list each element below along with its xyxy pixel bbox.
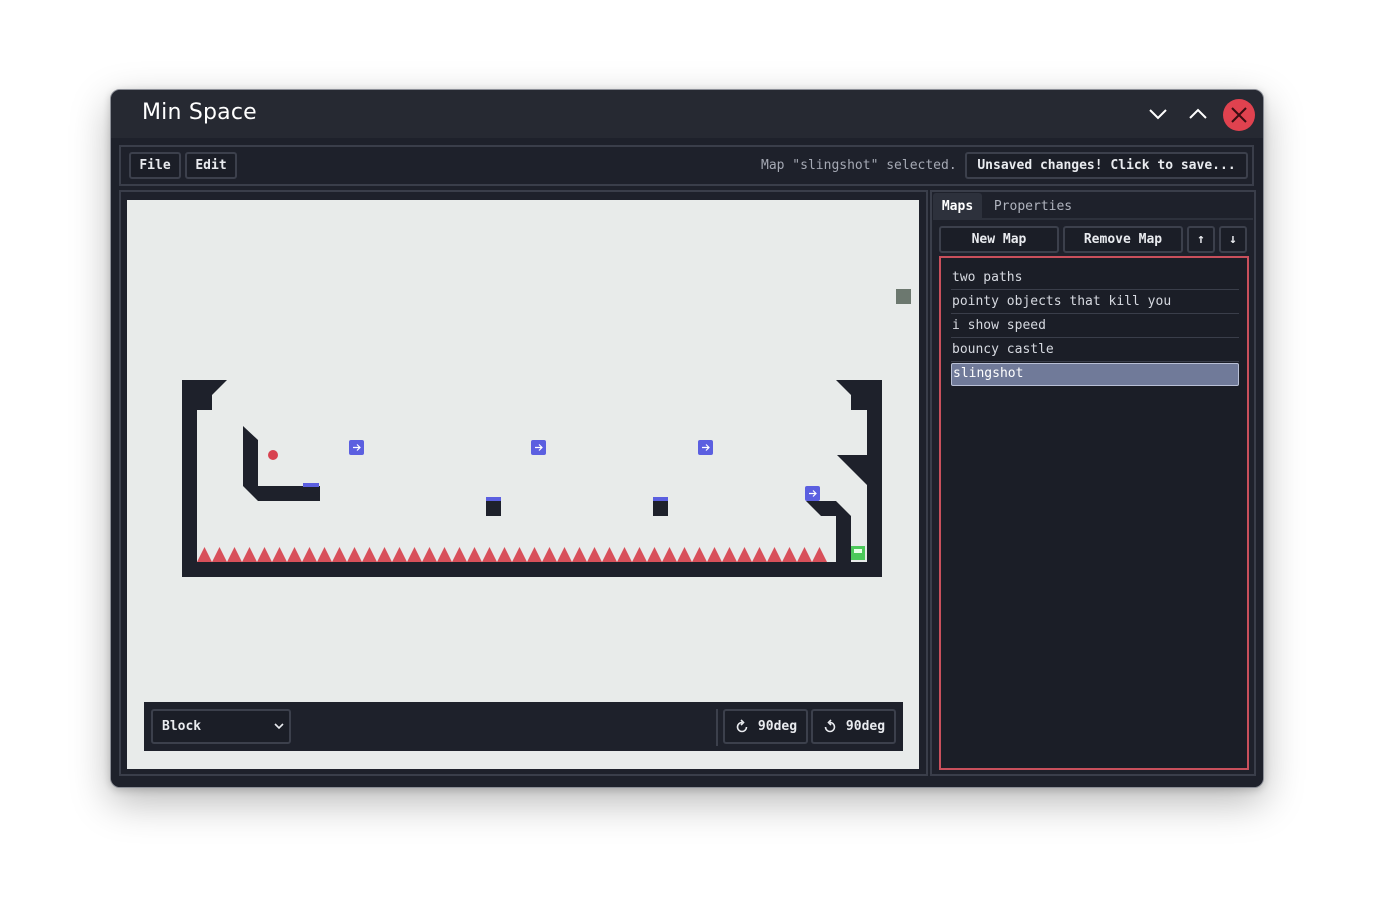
chevron-down-icon	[1149, 109, 1167, 120]
spike	[437, 547, 452, 562]
app-window: Min Space File Edit Map "slingshot" sele…	[110, 89, 1264, 788]
spike	[332, 547, 347, 562]
wall-left	[182, 380, 227, 562]
window-title: Min Space	[142, 100, 257, 125]
spike	[752, 547, 767, 562]
player-ball	[268, 450, 278, 460]
spike	[632, 547, 647, 562]
tab-properties[interactable]: Properties	[985, 193, 1081, 219]
move-up-button[interactable]: ↑	[1187, 226, 1215, 253]
rotate-ccw-icon	[824, 718, 836, 732]
edit-menu-button[interactable]: Edit	[185, 152, 237, 179]
spike	[617, 547, 632, 562]
spike	[227, 547, 242, 562]
file-menu-button[interactable]: File	[129, 152, 181, 179]
new-map-button[interactable]: New Map	[939, 226, 1059, 253]
block-top	[486, 497, 501, 501]
spike	[302, 547, 317, 562]
chevron-down-icon	[273, 720, 285, 736]
spike	[797, 547, 812, 562]
spike	[422, 547, 437, 562]
rotate-ccw-label: 90deg	[845, 719, 886, 734]
maximize-button[interactable]	[1183, 100, 1213, 128]
level-drawing	[182, 289, 911, 577]
toolbar-divider	[716, 709, 718, 746]
map-list-item-selected[interactable]: slingshot	[951, 363, 1239, 386]
remove-map-button[interactable]: Remove Map	[1063, 226, 1183, 253]
tool-select[interactable]: Block	[151, 709, 291, 744]
spike	[662, 547, 677, 562]
booster	[805, 486, 820, 501]
booster	[698, 440, 713, 455]
spike	[527, 547, 542, 562]
close-icon	[1231, 107, 1247, 123]
minimize-button[interactable]	[1143, 100, 1173, 128]
spike-row	[197, 547, 827, 562]
save-button[interactable]: Unsaved changes! Click to save...	[965, 152, 1248, 179]
close-button[interactable]	[1223, 99, 1255, 131]
spike	[602, 547, 617, 562]
block	[653, 501, 668, 516]
spike	[392, 547, 407, 562]
spike	[557, 547, 572, 562]
tool-select-value: Block	[162, 719, 202, 734]
block-top	[653, 497, 668, 501]
spike	[242, 547, 257, 562]
spike	[197, 547, 212, 562]
spike	[647, 547, 662, 562]
wall-floor	[182, 562, 882, 577]
rotate-cw-button[interactable]: 90deg	[723, 709, 808, 744]
map-list-item[interactable]: i show speed	[951, 315, 1239, 338]
spike	[272, 547, 287, 562]
spike	[212, 547, 227, 562]
booster	[531, 440, 546, 455]
spike	[572, 547, 587, 562]
spike	[587, 547, 602, 562]
rotate-cw-label: 90deg	[757, 719, 798, 734]
spike	[722, 547, 737, 562]
map-list-item[interactable]: two paths	[951, 267, 1239, 290]
bounce-pad	[303, 483, 319, 487]
spike	[317, 547, 332, 562]
spike	[707, 547, 722, 562]
inner-ledge	[243, 426, 320, 501]
tab-maps[interactable]: Maps	[933, 193, 982, 219]
spike	[782, 547, 797, 562]
tab-underline	[933, 218, 1253, 220]
spike	[812, 547, 827, 562]
spike	[347, 547, 362, 562]
spike	[512, 547, 527, 562]
rotate-ccw-button[interactable]: 90deg	[811, 709, 896, 744]
menu-bar: File Edit Map "slingshot" selected. Unsa…	[119, 145, 1254, 186]
map-list-item[interactable]: bouncy castle	[951, 339, 1239, 362]
map-canvas[interactable]: Block 90deg 90deg	[127, 200, 919, 769]
spike	[257, 547, 272, 562]
right-ledge	[806, 501, 851, 562]
spike	[482, 547, 497, 562]
spike	[542, 547, 557, 562]
title-bar: Min Space	[111, 90, 1263, 138]
status-message: Map "slingshot" selected.	[761, 158, 957, 173]
spike	[737, 547, 752, 562]
map-list: two paths pointy objects that kill you i…	[939, 256, 1249, 770]
chevron-up-icon	[1189, 108, 1207, 119]
spike	[362, 547, 377, 562]
spike	[452, 547, 467, 562]
spike	[692, 547, 707, 562]
booster	[349, 440, 364, 455]
move-down-button[interactable]: ↓	[1219, 226, 1247, 253]
content-area: File Edit Map "slingshot" selected. Unsa…	[111, 138, 1263, 787]
spawn-marker	[896, 289, 911, 304]
rotate-cw-icon	[736, 718, 748, 732]
map-list-item[interactable]: pointy objects that kill you	[951, 291, 1239, 314]
editor-toolbar: Block 90deg 90deg	[144, 702, 903, 751]
spike	[767, 547, 782, 562]
spike	[407, 547, 422, 562]
spike	[467, 547, 482, 562]
spike	[377, 547, 392, 562]
spike	[287, 547, 302, 562]
block	[486, 501, 501, 516]
spike	[497, 547, 512, 562]
spike	[677, 547, 692, 562]
